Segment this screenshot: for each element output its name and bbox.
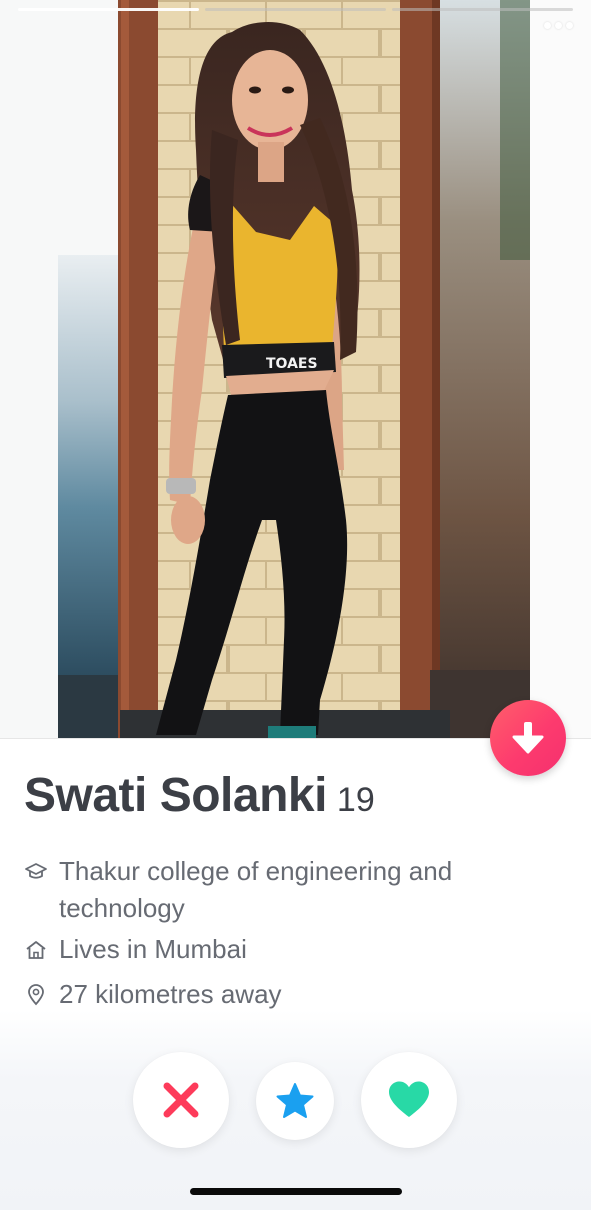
- super-like-button[interactable]: [256, 1062, 334, 1140]
- more-dots-icon-dot: [555, 22, 562, 29]
- profile-age: 19: [336, 781, 375, 819]
- profile-photo-image: TOAES: [0, 0, 591, 738]
- profile-photo[interactable]: TOAES: [0, 0, 591, 738]
- show-less-button[interactable]: [490, 700, 566, 776]
- star-icon: [276, 1083, 314, 1118]
- photo-progress-bar-1: [18, 8, 199, 11]
- like-button[interactable]: [361, 1052, 457, 1148]
- name-line: Swati Solanki 19: [24, 768, 564, 823]
- heart-icon: [389, 1081, 429, 1117]
- graduation-cap-icon: [24, 853, 48, 890]
- location-pin-icon: [24, 976, 48, 1013]
- nope-button[interactable]: [133, 1052, 229, 1148]
- detail-school-text: Thakur college of engineering and techno…: [59, 856, 453, 923]
- profile-info: Swati Solanki 19 Thakur college of engin…: [24, 768, 564, 1013]
- photo-progress-bar-2: [205, 8, 386, 11]
- svg-text:TOAES: TOAES: [266, 356, 318, 372]
- profile-name: Swati Solanki: [24, 769, 327, 822]
- detail-city-text: Lives in Mumbai: [59, 934, 247, 964]
- more-dots-icon: [544, 22, 551, 29]
- more-dots-icon-dot: [566, 22, 573, 29]
- photo-progress-bar-3: [392, 8, 573, 11]
- close-icon: [163, 1082, 199, 1118]
- detail-distance-text: 27 kilometres away: [59, 979, 282, 1009]
- more-options-button[interactable]: [544, 22, 573, 29]
- photo-progress-bars: [18, 8, 573, 12]
- arrow-down-icon: [512, 722, 544, 754]
- home-icon: [24, 931, 48, 968]
- detail-distance: 27 kilometres away: [24, 976, 564, 1013]
- detail-city: Lives in Mumbai: [24, 931, 564, 968]
- detail-school: Thakur college of engineering and techno…: [24, 853, 564, 927]
- home-indicator[interactable]: [190, 1188, 402, 1195]
